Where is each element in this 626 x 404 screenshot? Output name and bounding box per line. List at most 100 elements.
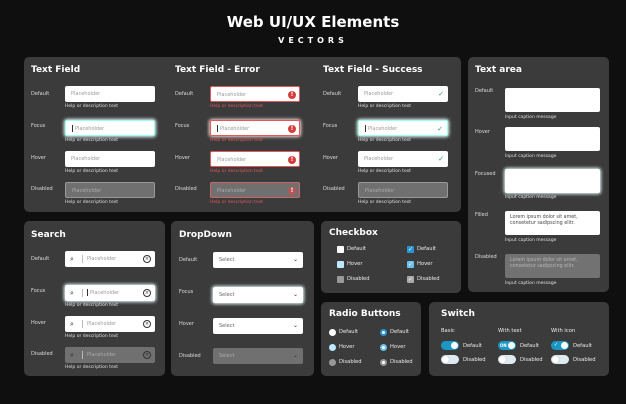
switch-icon-off [551, 355, 569, 364]
switch-text-off [498, 355, 516, 364]
close-icon[interactable]: × [143, 320, 151, 328]
radio-label: Hover [390, 344, 406, 350]
checkbox-disabled [337, 276, 344, 283]
text-field-error-heading: Text Field - Error [175, 65, 260, 75]
state-label-focus: Focus [31, 123, 46, 129]
help-text: Help or description text [65, 138, 119, 143]
radio-hover-selected[interactable] [380, 344, 387, 351]
placeholder-text: Placeholder [368, 126, 398, 132]
search-divider [82, 255, 83, 263]
checkbox-label: Default [417, 246, 436, 252]
text-cursor [217, 125, 218, 132]
switch-knob [561, 342, 568, 349]
text-field-success-focus[interactable]: Placeholder ✓ [358, 120, 448, 136]
text-cursor [365, 125, 366, 132]
text-field-success-heading: Text Field - Success [323, 65, 423, 75]
checkbox-hover[interactable] [337, 261, 344, 268]
text-field-default[interactable]: Placeholder [65, 86, 155, 102]
text-field-hover[interactable]: Placeholder [65, 151, 155, 167]
checkbox-label: Disabled [347, 276, 370, 282]
text-area-focused[interactable] [505, 169, 600, 193]
search-icon: ⌕ [70, 320, 74, 328]
radio-default-selected[interactable] [380, 329, 387, 336]
close-icon[interactable]: × [143, 255, 151, 263]
caption-text: Input caption message [505, 238, 557, 243]
text-field-success-default[interactable]: Placeholder ✓ [358, 86, 448, 102]
select-text: Select [219, 257, 235, 263]
placeholder-text: Placeholder [217, 92, 247, 98]
state-label-disabled: Disabled [179, 353, 201, 359]
search-default[interactable]: ⌕ Placeholder × [65, 251, 155, 267]
state-label-hover: Hover [323, 155, 338, 161]
switch-text-on[interactable]: ON [498, 341, 516, 350]
state-label-hover: Hover [475, 129, 490, 135]
dropdown-focus[interactable]: Select ⌄ [213, 287, 303, 303]
placeholder-text: Placeholder [217, 157, 247, 163]
select-text: Select [219, 292, 235, 298]
help-text: Help or description text [358, 104, 412, 109]
text-area-heading: Text area [475, 65, 522, 75]
error-help-text: Help or description text [210, 104, 264, 109]
switch-icon-on[interactable]: ✓ [551, 341, 569, 350]
text-field-success-hover[interactable]: Placeholder ✓ [358, 151, 448, 167]
text-field-error-focus[interactable]: Placeholder! [210, 120, 300, 136]
text-cursor [72, 125, 73, 132]
search-divider [82, 351, 83, 359]
search-hover[interactable]: ⌕ Placeholder × [65, 316, 155, 332]
radio-label: Default [339, 329, 358, 335]
text-field-error-default[interactable]: Placeholder! [210, 86, 300, 102]
radio-default[interactable] [329, 329, 336, 336]
checkbox-disabled-checked: ✓ [407, 276, 414, 283]
text-field-error-hover[interactable]: Placeholder! [210, 151, 300, 167]
state-label-focus: Focus [31, 288, 46, 294]
radio-disabled-selected [380, 359, 387, 366]
state-label-disabled: Disabled [31, 186, 53, 192]
radio-hover[interactable] [329, 344, 336, 351]
state-label-default: Default [175, 91, 194, 97]
checkbox-default[interactable] [337, 246, 344, 253]
dropdown-hover[interactable]: Select ⌄ [213, 318, 303, 334]
text-area-hover[interactable] [505, 127, 600, 151]
error-help-text: Help or description text [210, 200, 264, 205]
switch-knob [552, 356, 559, 363]
caption-text: Input caption message [505, 195, 557, 200]
placeholder-text: Placeholder [75, 126, 105, 132]
placeholder-text: Placeholder [87, 352, 117, 358]
switch-basic-on[interactable] [441, 341, 459, 350]
dropdown-disabled: Select ⌄ [213, 348, 303, 364]
check-icon: ✓ [438, 155, 444, 163]
text-field-focus[interactable]: Placeholder [65, 120, 155, 136]
dropdown-default[interactable]: Select ⌄ [213, 252, 303, 268]
dropdown-heading: DropDown [179, 230, 232, 240]
switch-basic-off [441, 355, 459, 364]
placeholder-text: Placeholder [87, 321, 117, 327]
check-icon: ✓ [437, 125, 443, 133]
search-focus[interactable]: ⌕ Placeholder × [65, 285, 155, 301]
chevron-down-icon: ⌄ [292, 291, 298, 298]
radio-heading: Radio Buttons [329, 309, 401, 319]
radio-label: Default [390, 329, 409, 335]
search-divider [82, 320, 83, 328]
radio-label: Disabled [339, 359, 362, 365]
radio-disabled [329, 359, 336, 366]
state-label-disabled: Disabled [31, 351, 53, 357]
help-text: Help or description text [65, 200, 119, 205]
close-icon[interactable]: × [143, 289, 151, 297]
switch-label: Disabled [573, 357, 596, 363]
error-help-text: Help or description text [210, 169, 264, 174]
page-subtitle: VECTORS [278, 36, 348, 45]
radio-label: Hover [339, 344, 355, 350]
text-area-default[interactable] [505, 88, 600, 112]
checkbox-label: Disabled [417, 276, 440, 282]
switch-on-text: ON [500, 343, 507, 348]
close-icon: × [143, 351, 151, 359]
checkbox-hover-checked[interactable]: ✓ [407, 261, 414, 268]
text-field-success-disabled: Placeholder [358, 182, 448, 198]
check-icon: ✓ [438, 90, 444, 98]
text-area-filled[interactable]: Lorem ipsum dolor sit amet, consetetur s… [505, 211, 600, 235]
switch-group-label: Basic [441, 328, 455, 334]
text-area-disabled: Lorem ipsum dolor sit amet, consetetur s… [505, 254, 600, 278]
switch-label: Disabled [463, 357, 486, 363]
checkbox-default-checked[interactable]: ✓ [407, 246, 414, 253]
state-label-disabled: Disabled [475, 254, 497, 260]
